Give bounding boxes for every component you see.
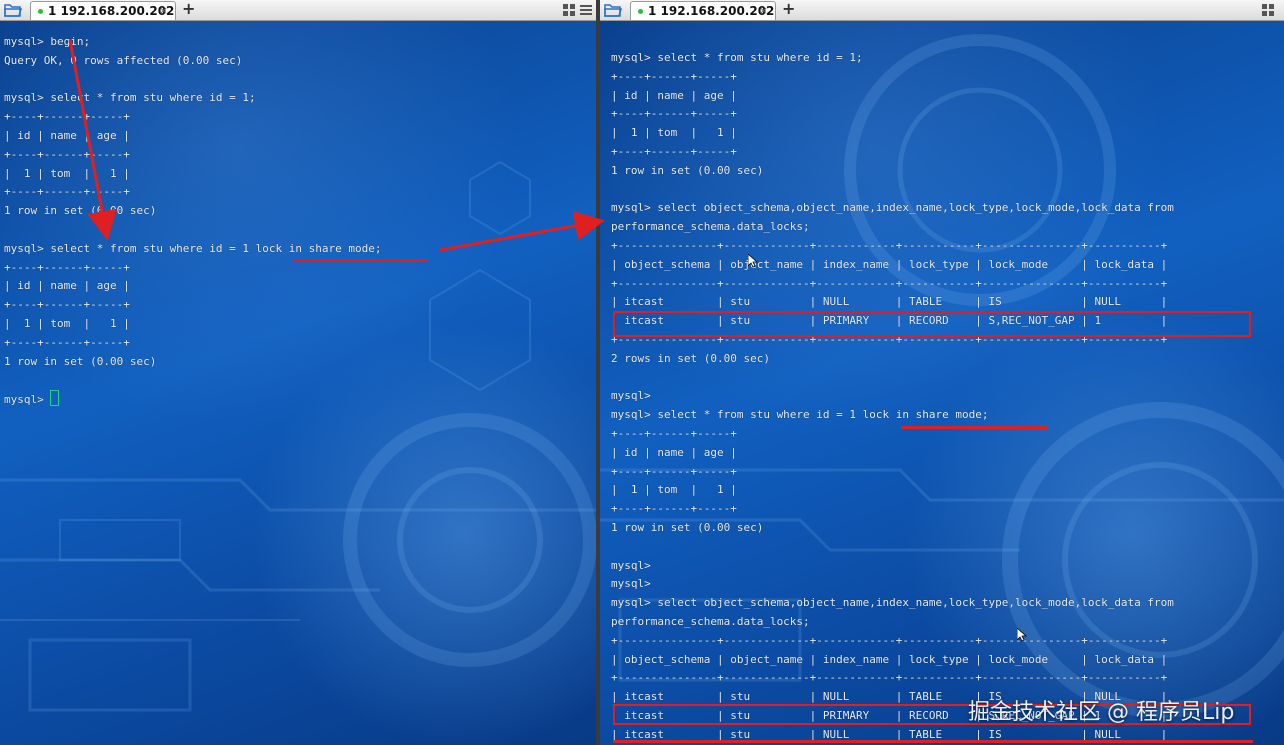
terminal-line: +---------------+-------------+---------…	[611, 633, 1168, 647]
terminal-line: | id | name | age |	[611, 88, 737, 102]
terminal-line: performance_schema.data_locks;	[611, 614, 810, 628]
terminal-line: +---------------+-------------+---------…	[611, 238, 1168, 252]
close-icon[interactable]: ×	[759, 2, 768, 20]
terminal-line: +----+------+-----+	[4, 298, 130, 312]
terminal-line: 2 rows in set (0.00 sec)	[611, 351, 770, 365]
terminal-line: +----+------+-----+	[611, 464, 737, 478]
tab-session[interactable]: 1 192.168.200.202 ×	[30, 1, 176, 20]
connected-status-icon	[638, 9, 643, 14]
terminal-line: | object_schema | object_name | index_na…	[611, 652, 1168, 666]
terminal-line: +----+------+-----+	[4, 110, 130, 124]
terminal-line: +----+------+-----+	[611, 502, 737, 516]
terminal-line: +----+------+-----+	[611, 69, 737, 83]
terminal-line: +---------------+-------------+---------…	[611, 671, 1168, 685]
terminal-line: Query OK, 0 rows affected (0.00 sec)	[4, 53, 243, 67]
watermark: 掘金技术社区 @ 程序员Lip	[968, 700, 1235, 725]
terminal-line: mysql> select object_schema,object_name,…	[611, 596, 1174, 610]
right-terminal-pane[interactable]: 1 192.168.200.202 × + mysql> select * fr…	[600, 0, 1284, 745]
tab-bar: 1 192.168.200.202 × +	[600, 0, 1284, 21]
terminal-output-left[interactable]: mysql> begin; Query OK, 0 rows affected …	[4, 33, 382, 410]
terminal-line: mysql> select object_schema,object_name,…	[611, 201, 1174, 215]
terminal-line: | 1 | tom | 1 |	[4, 316, 130, 330]
terminal-line: mysql>	[611, 577, 651, 591]
bottom-row-underline	[613, 740, 1253, 743]
folder-icon[interactable]	[4, 3, 22, 17]
tab-label: 1 192.168.200.202	[48, 4, 175, 18]
terminal-line: | 1 | tom | 1 |	[4, 166, 130, 180]
terminal-line: 1 row in set (0.00 sec)	[4, 204, 157, 218]
terminal-line: performance_schema.data_locks;	[611, 220, 810, 234]
terminal-line: +----+------+-----+	[611, 107, 737, 121]
connected-status-icon	[38, 9, 43, 14]
terminal-line: mysql>	[4, 393, 51, 407]
lock-share-mode-underline-left	[294, 259, 428, 262]
lock-share-mode-underline-right	[901, 426, 1047, 429]
terminal-line: | itcast | stu | NULL | TABLE | IS | NUL…	[611, 295, 1168, 309]
terminal-line: | itcast | stu | NULL | TABLE | IS | NUL…	[611, 727, 1168, 741]
terminal-line: | id | name | age |	[4, 279, 130, 293]
terminal-line: | object_schema | object_name | index_na…	[611, 257, 1168, 271]
terminal-line: +----+------+-----+	[611, 144, 737, 158]
terminal-line: | 1 | tom | 1 |	[611, 483, 737, 497]
tab-label: 1 192.168.200.202	[648, 4, 775, 18]
layout-grid-icon[interactable]	[1261, 3, 1275, 17]
plus-icon[interactable]: +	[782, 0, 795, 18]
terminal-line: +----+------+-----+	[4, 185, 130, 199]
terminal-output-right[interactable]: mysql> select * from stu where id = 1; +…	[611, 49, 1174, 744]
tab-bar: 1 192.168.200.202 × +	[0, 0, 596, 21]
close-icon[interactable]: ×	[159, 2, 168, 20]
terminal-line: +----+------+-----+	[4, 335, 130, 349]
terminal-line: +----+------+-----+	[4, 260, 130, 274]
terminal-line: mysql>	[611, 558, 651, 572]
cursor-block-icon	[50, 390, 60, 407]
terminal-line: 1 row in set (0.00 sec)	[611, 163, 764, 177]
plus-icon[interactable]: +	[182, 0, 195, 18]
terminal-line: mysql> select * from stu where id = 1;	[4, 91, 256, 105]
folder-icon[interactable]	[604, 3, 622, 17]
tab-session[interactable]: 1 192.168.200.202 ×	[630, 1, 776, 20]
left-terminal-pane[interactable]: 1 192.168.200.202 × + mysql> begin; Quer…	[0, 0, 596, 745]
record-lock-highlight-1	[613, 311, 1251, 337]
terminal-line: mysql> select * from stu where id = 1;	[611, 51, 863, 64]
terminal-line: +----+------+-----+	[611, 426, 737, 440]
terminal-line: mysql> select * from stu where id = 1 lo…	[4, 241, 382, 255]
terminal-line: 1 row in set (0.00 sec)	[4, 354, 157, 368]
terminal-line: mysql>	[611, 389, 651, 403]
terminal-line: | id | name | age |	[4, 128, 130, 142]
menu-icon[interactable]	[579, 3, 593, 17]
terminal-line: mysql> begin;	[4, 35, 91, 48]
terminal-line: | 1 | tom | 1 |	[611, 126, 737, 140]
terminal-line: | id | name | age |	[611, 445, 737, 459]
layout-grid-icon[interactable]	[562, 3, 576, 17]
terminal-line: 1 row in set (0.00 sec)	[611, 520, 764, 534]
terminal-line: +---------------+-------------+---------…	[611, 276, 1168, 290]
terminal-line: +----+------+-----+	[4, 147, 130, 161]
terminal-line: mysql> select * from stu where id = 1 lo…	[611, 408, 989, 422]
